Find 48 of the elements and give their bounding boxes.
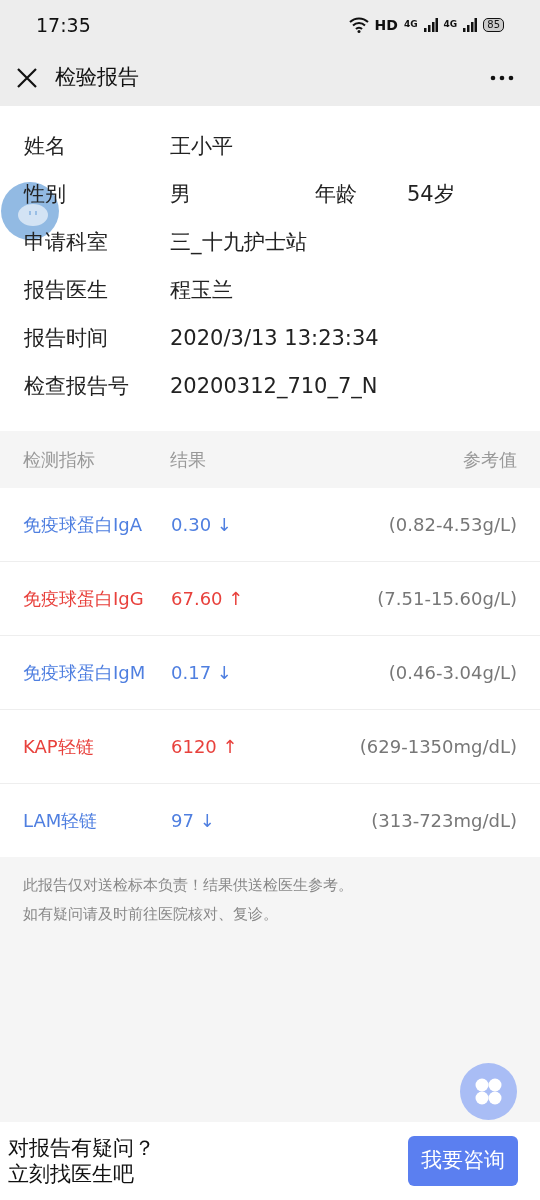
network-label: HD <box>374 15 398 35</box>
page-title: 检验报告 <box>55 64 139 92</box>
field-value: 三_十九护士站 <box>170 229 307 257</box>
more-icon[interactable] <box>490 75 514 81</box>
field-label: 报告时间 <box>24 325 109 353</box>
field-label: 年龄 <box>315 181 358 209</box>
reference-range: (0.82-4.53g/L) <box>388 513 517 537</box>
result-value: 97 ↓ <box>171 809 215 833</box>
status-time: 17:35 <box>36 12 91 38</box>
signal-icon <box>423 18 438 32</box>
result-value: 67.60 ↑ <box>171 587 244 611</box>
field-label: 性别 <box>24 181 67 209</box>
reference-range: (629-1350mg/dL) <box>359 735 517 759</box>
field-label: 申请科室 <box>24 229 109 257</box>
prompt-text: 对报告有疑问？ <box>8 1135 155 1161</box>
field-label: 检查报告号 <box>24 373 130 401</box>
result-value: 0.30 ↓ <box>171 513 232 537</box>
signal-label: 4G <box>403 18 418 32</box>
signal-icon <box>463 18 478 32</box>
reference-range: (313-723mg/dL) <box>371 809 517 833</box>
column-header: 参考值 <box>463 448 517 472</box>
test-name: KAP轻链 <box>23 735 95 759</box>
disclaimer-text: 如有疑问请及时前往医院核对、复诊。 <box>23 903 279 925</box>
field-value: 王小平 <box>170 133 233 161</box>
close-icon[interactable] <box>16 67 38 89</box>
disclaimer-text: 此报告仅对送检标本负责！结果供送检医生参考。 <box>23 875 354 896</box>
consult-button[interactable]: 我要咨询 <box>408 1136 518 1186</box>
wifi-icon <box>348 17 369 33</box>
field-label: 姓名 <box>24 133 67 161</box>
field-value: 20200312_710_7_N <box>170 373 378 401</box>
test-name: 免疫球蛋白IgA <box>23 513 144 537</box>
field-value: 54岁 <box>407 181 455 209</box>
column-header: 结果 <box>170 448 206 472</box>
result-value: 0.17 ↓ <box>171 661 232 685</box>
reference-range: (7.51-15.60g/L) <box>377 587 517 611</box>
field-value: 男 <box>170 181 192 209</box>
field-label: 报告医生 <box>24 277 109 305</box>
test-name: LAM轻链 <box>23 809 99 833</box>
prompt-text: 立刻找医生吧 <box>8 1161 135 1187</box>
result-value: 6120 ↑ <box>171 735 238 759</box>
battery-indicator: 85 <box>483 18 504 32</box>
test-name: 免疫球蛋白IgG <box>23 587 145 611</box>
reference-range: (0.46-3.04g/L) <box>388 661 517 685</box>
field-value: 程玉兰 <box>170 277 233 305</box>
column-header: 检测指标 <box>23 448 96 472</box>
field-value: 2020/3/13 13:23:34 <box>170 325 379 353</box>
signal-label: 4G <box>443 18 458 32</box>
test-name: 免疫球蛋白IgM <box>23 661 147 685</box>
